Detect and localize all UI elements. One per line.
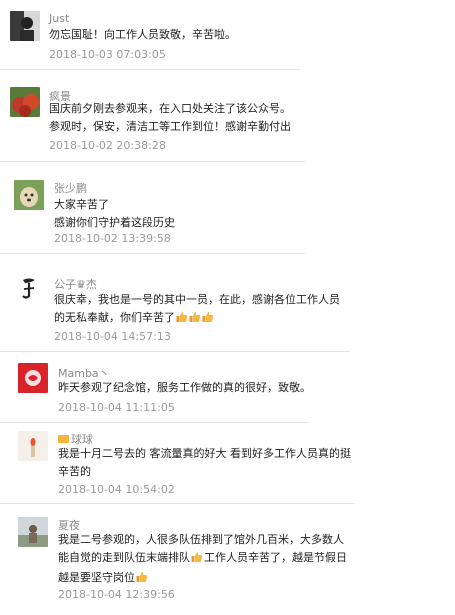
red-emblem-avatar-icon [18, 363, 48, 393]
thumbs-up-icon [176, 312, 188, 322]
thumbs-up-icon [136, 572, 148, 582]
comment-card: 疯景 国庆前夕刚去参观来，在入口处关注了该公众号。 参观时，保安，清洁工等工作到… [0, 83, 305, 162]
comment-time: 2018-10-04 14:57:13 [54, 330, 171, 343]
red-fruit-avatar-icon [10, 87, 40, 117]
comment-card: Just 勿忘国耻！向工作人员致敬，辛苦啦。 2018-10-03 07:03:… [0, 0, 300, 70]
comment-text: 大家辛苦了 感谢你们守护着这段历史 [54, 198, 175, 229]
thumbs-up-icon [202, 312, 214, 322]
comment-text: 昨天参观了纪念馆，服务工作做的真的很好，致敬。 [58, 381, 311, 394]
comment-time: 2018-10-02 13:39:58 [54, 232, 171, 245]
avatar[interactable] [18, 517, 48, 547]
comment-text: 很庆幸，我也是一号的其中一员，在此，感谢各位工作人员 的无私奉献，你们辛苦了 [54, 291, 340, 329]
outdoor-photo-avatar-icon [18, 517, 48, 547]
comment-time: 2018-10-04 10:54:02 [58, 483, 175, 496]
comment-text: 我是二号参观的，人很多队伍排到了馆外几百米，大多数人 能自觉的走到队伍末端排队工… [58, 531, 347, 589]
avatar[interactable] [14, 274, 44, 304]
comment-card: 张少鹏 大家辛苦了 感谢你们守护着这段历史 2018-10-02 13:39:5… [0, 170, 305, 254]
comment-text: 我是十月二号去的 客流量真的好大 看到好多工作人员真的挺 辛苦的 [58, 447, 351, 478]
yellow-badge-icon [58, 435, 69, 443]
comment-time: 2018-10-02 20:38:28 [49, 139, 166, 152]
comment-card: 夏夜 我是二号参观的，人很多队伍排到了馆外几百米，大多数人 能自觉的走到队伍末端… [0, 508, 365, 615]
thumbs-up-group [136, 571, 149, 589]
comment-time: 2018-10-04 11:11:05 [58, 401, 175, 414]
comment-card: 公子♛杰 很庆幸，我也是一号的其中一员，在此，感谢各位工作人员 的无私奉献，你们… [0, 268, 350, 352]
calligraphy-avatar-icon [14, 274, 44, 304]
thumbs-up-group [176, 311, 215, 329]
dog-avatar-icon [14, 180, 44, 210]
comment-card: 球球 我是十月二号去的 客流量真的好大 看到好多工作人员真的挺 辛苦的 2018… [0, 425, 355, 504]
portrait-bw-avatar-icon [10, 11, 40, 41]
avatar[interactable] [18, 363, 48, 393]
thumbs-up-icon [189, 312, 201, 322]
comment-text: 国庆前夕刚去参观来，在入口处关注了该公众号。 参观时，保安，清洁工等工作到位！感… [49, 102, 291, 133]
comment-nickname[interactable]: Just [49, 12, 69, 25]
comment-card: Mamba丶 昨天参观了纪念馆，服务工作做的真的很好，致敬。 2018-10-0… [0, 355, 311, 423]
candle-avatar-icon [18, 431, 48, 461]
thumbs-up-icon [191, 552, 203, 562]
comment-nickname[interactable]: 张少鹏 [54, 180, 87, 196]
thumbs-up-group [191, 551, 204, 569]
avatar[interactable] [14, 180, 44, 210]
comment-time: 2018-10-04 12:39:56 [58, 588, 175, 601]
avatar[interactable] [10, 11, 40, 41]
avatar[interactable] [10, 87, 40, 117]
comment-nickname[interactable]: 公子♛杰 [54, 276, 97, 292]
comment-time: 2018-10-03 07:03:05 [49, 48, 166, 61]
comment-text: 勿忘国耻！向工作人员致敬，辛苦啦。 [49, 28, 236, 41]
avatar[interactable] [18, 431, 48, 461]
